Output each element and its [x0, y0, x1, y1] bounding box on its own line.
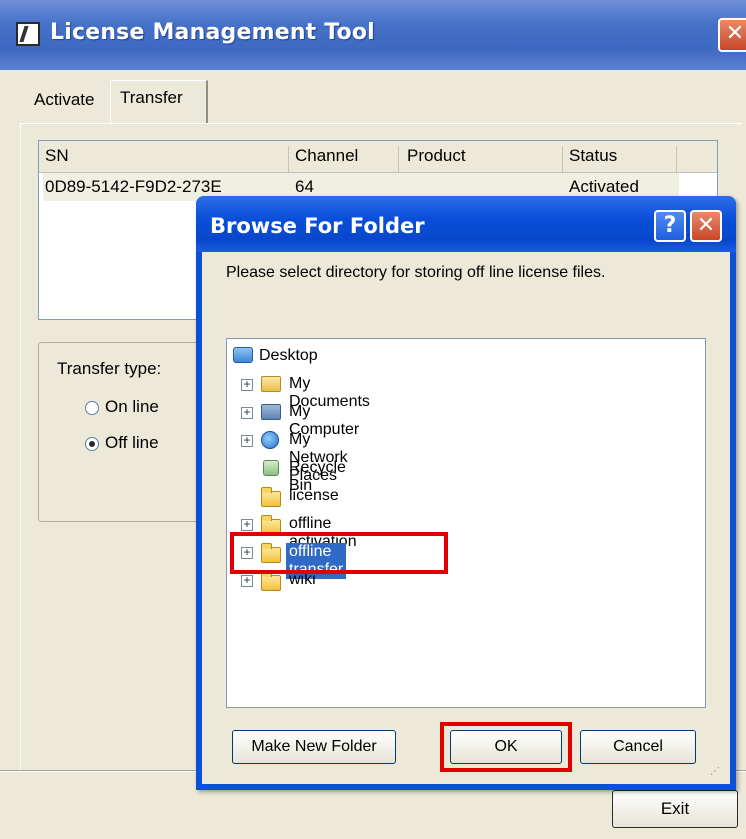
- folder-icon: [261, 571, 281, 591]
- network-places-icon: [261, 431, 279, 449]
- cell-sn: 0D89-5142-F9D2-273E: [45, 177, 222, 196]
- dialog-close-button[interactable]: ✕: [690, 210, 722, 242]
- tree-item-label: Desktop: [259, 347, 318, 364]
- column-header-channel[interactable]: Channel: [295, 146, 399, 172]
- window-close-button[interactable]: ✕: [718, 18, 746, 52]
- cell-channel: 64: [295, 177, 314, 196]
- column-header-sn[interactable]: SN: [45, 146, 289, 172]
- tab-activate[interactable]: Activate: [34, 90, 94, 110]
- dialog-body: Please select directory for storing off …: [202, 252, 730, 784]
- resize-grip-icon[interactable]: ⋰: [710, 766, 724, 780]
- table-header: SN Channel Product Status: [39, 141, 717, 173]
- expand-icon[interactable]: +: [241, 574, 253, 587]
- main-titlebar: License Management Tool ✕: [0, 0, 746, 70]
- window-title: License Management Tool: [50, 20, 375, 45]
- dialog-instruction: Please select directory for storing off …: [226, 264, 606, 281]
- cell-status: Activated: [569, 177, 639, 196]
- highlight-selected-folder: [230, 532, 448, 574]
- folder-tree[interactable]: Desktop + My Documents + My Computer + M…: [226, 338, 706, 708]
- expand-icon[interactable]: +: [241, 518, 253, 531]
- help-button[interactable]: ?: [654, 210, 686, 242]
- column-header-status[interactable]: Status: [569, 146, 677, 172]
- folder-icon: [261, 487, 281, 507]
- online-radio-label[interactable]: On line: [105, 397, 159, 417]
- offline-radio-label[interactable]: Off line: [105, 433, 159, 453]
- tab-transfer[interactable]: Transfer: [120, 88, 183, 108]
- app-icon: [16, 22, 40, 46]
- expand-icon[interactable]: +: [241, 406, 253, 419]
- exit-button[interactable]: Exit: [612, 790, 738, 828]
- recycle-bin-icon: [263, 460, 279, 476]
- column-header-product[interactable]: Product: [407, 146, 563, 172]
- expand-icon[interactable]: +: [241, 434, 253, 447]
- highlight-ok-button: [440, 722, 572, 772]
- my-computer-icon: [261, 404, 281, 420]
- transfer-type-label: Transfer type:: [57, 359, 162, 378]
- my-documents-icon: [261, 376, 281, 392]
- make-new-folder-button[interactable]: Make New Folder: [232, 730, 396, 764]
- tree-item-label: license: [289, 487, 339, 504]
- expand-icon[interactable]: +: [241, 378, 253, 391]
- cancel-button[interactable]: Cancel: [580, 730, 696, 764]
- browse-folder-dialog: Browse For Folder ? ✕ Please select dire…: [196, 196, 736, 790]
- desktop-icon: [233, 347, 253, 363]
- online-radio[interactable]: [85, 401, 99, 415]
- offline-radio[interactable]: [85, 437, 99, 451]
- dialog-title: Browse For Folder: [210, 214, 425, 238]
- dialog-titlebar: Browse For Folder ? ✕: [196, 196, 736, 252]
